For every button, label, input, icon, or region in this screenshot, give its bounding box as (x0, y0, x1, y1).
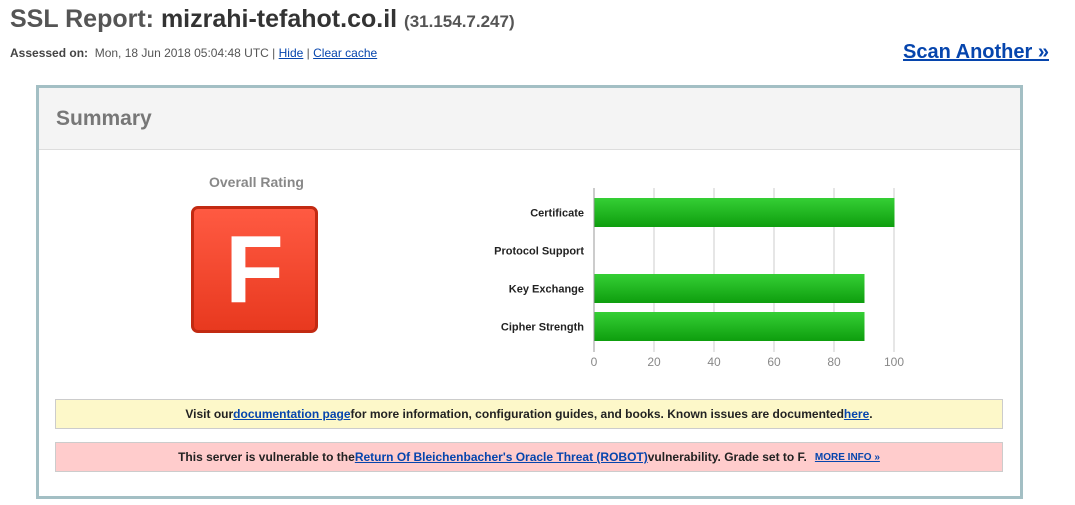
robot-link[interactable]: Return Of Bleichenbacher's Oracle Threat… (355, 450, 648, 464)
warning-text: vulnerability. Grade set to F. (647, 450, 807, 464)
documentation-notice: Visit our documentation page for more in… (55, 399, 1003, 429)
x-tick-label: 40 (707, 355, 721, 369)
x-tick-label: 100 (884, 355, 904, 369)
notice-text: . (869, 407, 873, 421)
category-label: Cipher Strength (501, 322, 584, 334)
separator: | (306, 46, 310, 60)
clear-cache-link[interactable]: Clear cache (313, 46, 377, 60)
bar-key-exchange (594, 274, 865, 303)
x-tick-label: 80 (827, 355, 841, 369)
summary-header: Summary (39, 88, 1020, 150)
rating-chart-svg: 0 20 40 60 80 100 Certificate Protocol Support K… (494, 188, 904, 369)
bar-cipher-strength (594, 312, 865, 341)
category-label: Protocol Support (494, 246, 584, 258)
assessed-date: Mon, 18 Jun 2018 05:04:48 UTC (94, 46, 269, 60)
category-label: Certificate (530, 208, 584, 220)
title-label: SSL Report: (10, 5, 154, 33)
hostname: mizrahi-tefahot.co.il (160, 5, 398, 33)
notice-text: Visit our (185, 407, 234, 421)
known-issues-link[interactable]: here (844, 407, 869, 421)
assessed-line: Assessed on: Mon, 18 Jun 2018 05:04:48 U… (10, 46, 377, 60)
warning-text: This server is vulnerable to the (178, 450, 355, 464)
documentation-page-link[interactable]: documentation page (233, 407, 350, 421)
page-title: SSL Report: mizrahi-tefahot.co.il (31.15… (10, 5, 515, 34)
notice-text: for more information, configuration guid… (350, 407, 844, 421)
bar-certificate (594, 198, 895, 227)
x-tick-label: 60 (767, 355, 781, 369)
overall-rating-label: Overall Rating (209, 174, 304, 190)
hide-link[interactable]: Hide (279, 46, 304, 60)
summary-panel: Summary Overall Rating F 0 20 40 60 80 100 Cer… (36, 85, 1023, 499)
grade-badge: F (191, 206, 318, 333)
robot-warning: This server is vulnerable to the Return … (55, 442, 1003, 472)
more-info-link[interactable]: MORE INFO » (815, 452, 880, 463)
x-tick-label: 20 (647, 355, 661, 369)
rating-chart: 0 20 40 60 80 100 Certificate Protocol Support K… (479, 188, 919, 373)
scan-another-link[interactable]: Scan Another » (903, 41, 1049, 64)
separator: | (272, 46, 276, 60)
x-tick-label: 0 (591, 355, 598, 369)
summary-title: Summary (56, 107, 152, 130)
ip-address: (31.154.7.247) (404, 12, 515, 31)
assessed-label: Assessed on: (10, 46, 89, 60)
category-label: Key Exchange (509, 284, 584, 296)
